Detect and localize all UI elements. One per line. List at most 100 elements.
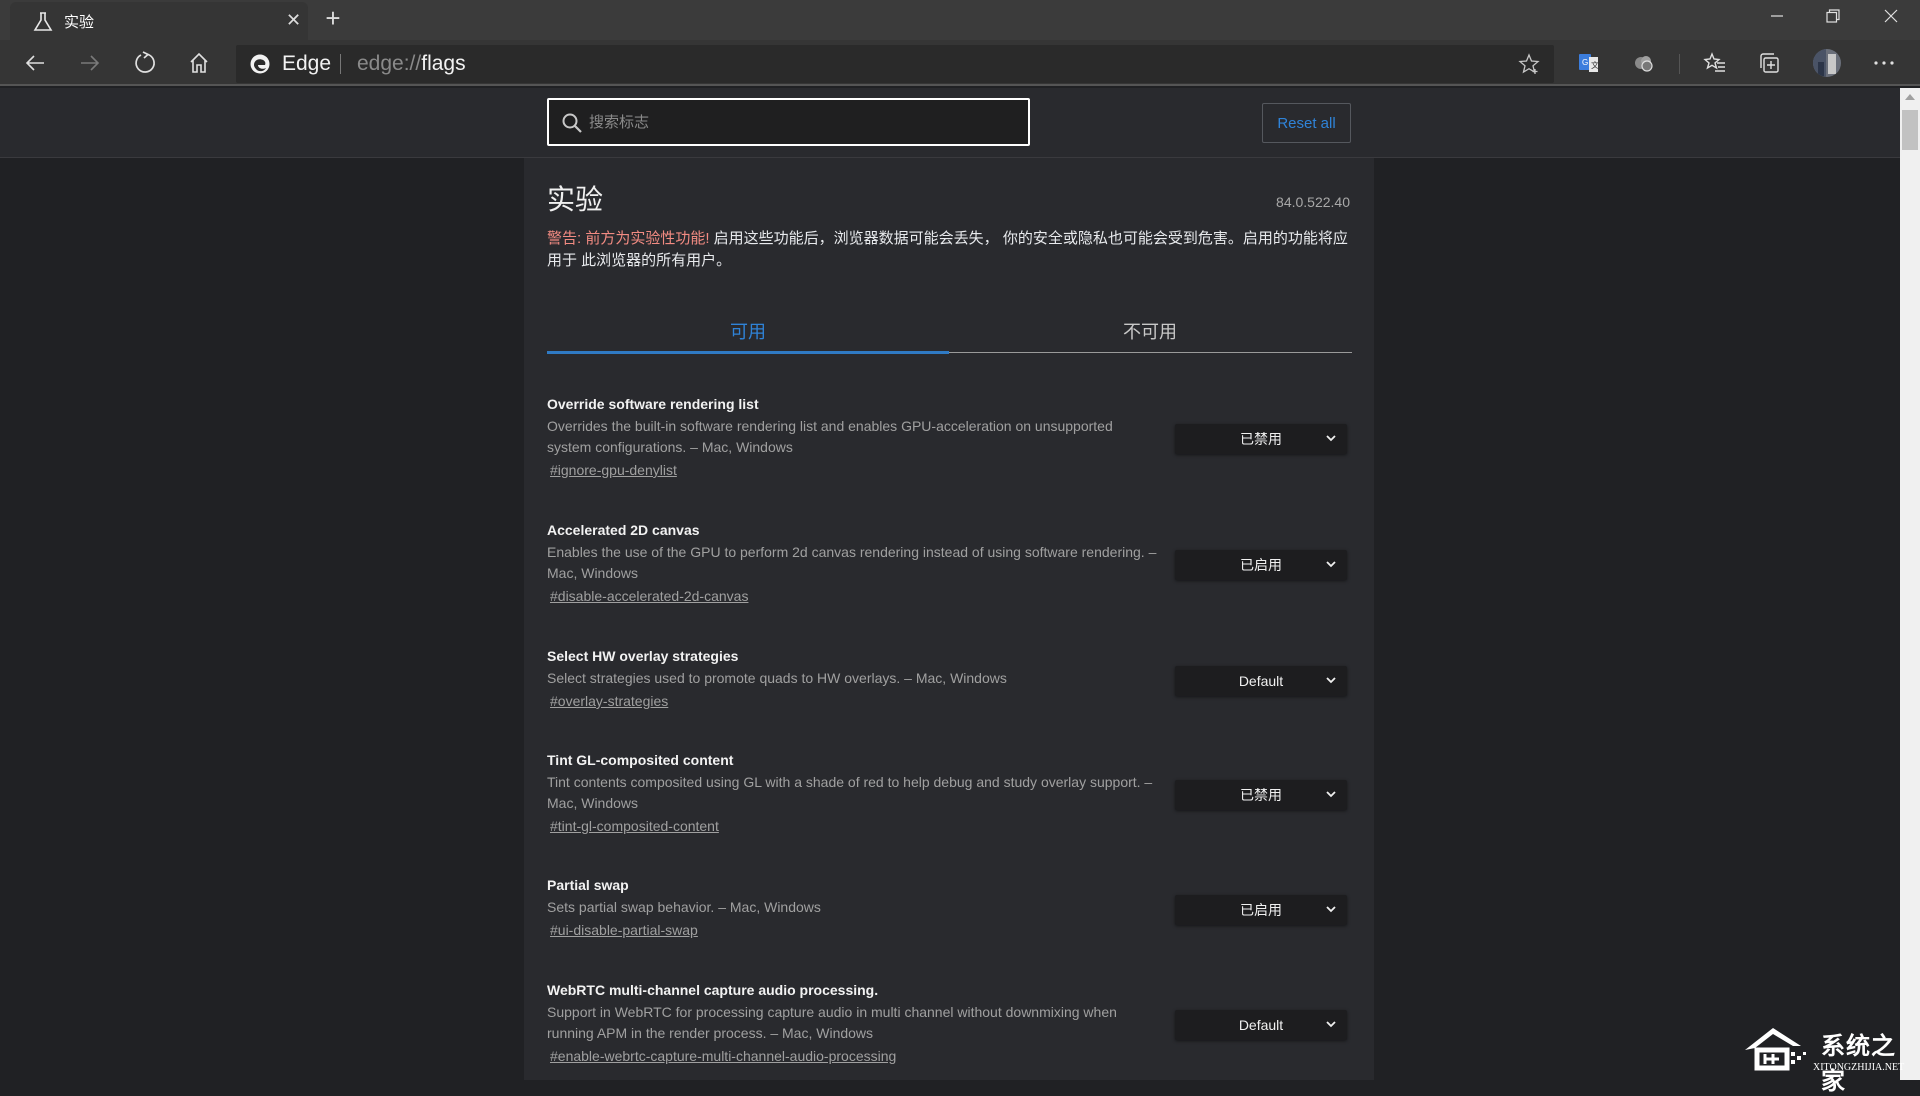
minimize-button[interactable]	[1748, 0, 1806, 32]
new-tab-button[interactable]: +	[318, 4, 348, 34]
flag-item: Tint GL-composited content Tint contents…	[547, 750, 1352, 836]
url-scheme: edge://	[357, 52, 422, 75]
chevron-down-icon	[1326, 906, 1336, 913]
translate-icon: G文	[1579, 54, 1599, 72]
flags-panel: 实验 84.0.522.40 警告: 前方为实验性功能! 启用这些功能后，浏览器…	[524, 158, 1374, 1080]
profile-avatar[interactable]	[1809, 46, 1845, 80]
flag-link[interactable]: #overlay-strategies	[550, 691, 668, 711]
house-logo-icon	[1745, 1028, 1806, 1071]
favorites-button[interactable]	[1697, 46, 1733, 80]
avatar-icon	[1813, 49, 1841, 77]
flag-select-value: 已禁用	[1240, 431, 1282, 447]
flag-title: Override software rendering list	[547, 396, 759, 412]
warning-prefix: 警告: 前方为实验性功能!	[547, 230, 710, 247]
tab-available[interactable]: 可用	[547, 308, 949, 353]
flag-select-value: Default	[1238, 1017, 1284, 1033]
flag-link[interactable]: #tint-gl-composited-content	[550, 816, 719, 836]
flag-item: Override software rendering list Overrid…	[547, 394, 1352, 480]
flag-select-value: 已禁用	[1240, 787, 1282, 803]
flag-title: Select HW overlay strategies	[547, 648, 739, 664]
flag-select[interactable]: Default	[1175, 666, 1347, 696]
restore-button[interactable]	[1804, 0, 1862, 32]
search-input[interactable]	[589, 108, 1009, 136]
vertical-scrollbar[interactable]	[1900, 88, 1920, 1080]
flag-link[interactable]: #enable-webrtc-capture-multi-channel-aud…	[550, 1046, 896, 1066]
chevron-down-icon	[1326, 435, 1336, 442]
active-tab-indicator	[547, 351, 949, 354]
version-label: 84.0.522.40	[1276, 194, 1350, 210]
flag-description: Tint contents composited using GL with a…	[547, 774, 1153, 811]
search-icon	[562, 113, 582, 133]
flag-description: Select strategies used to promote quads …	[547, 670, 1007, 686]
search-box[interactable]	[547, 98, 1030, 146]
flag-link[interactable]: #ui-disable-partial-swap	[550, 920, 698, 940]
favorite-star-icon[interactable]	[1518, 53, 1540, 75]
flag-link[interactable]: #disable-accelerated-2d-canvas	[550, 586, 748, 606]
more-button[interactable]	[1866, 46, 1902, 80]
flags-tabs: 可用 不可用	[547, 308, 1352, 354]
chevron-down-icon	[1326, 561, 1336, 568]
scrollbar-thumb[interactable]	[1902, 110, 1918, 150]
flag-select[interactable]: 已禁用	[1175, 780, 1347, 810]
flag-select-value: 已启用	[1240, 902, 1282, 918]
flag-select[interactable]: Default	[1175, 1010, 1347, 1040]
favorites-list-icon	[1703, 52, 1725, 72]
flag-description: Support in WebRTC for processing capture…	[547, 1004, 1117, 1041]
flag-select[interactable]: 已禁用	[1175, 424, 1347, 454]
address-bar[interactable]: Edge edge://flags	[236, 45, 1554, 83]
url-text[interactable]: edge://flags	[357, 52, 466, 76]
url-path: flags	[421, 52, 466, 75]
minimize-icon	[1771, 15, 1783, 17]
flags-header: Reset all	[0, 88, 1900, 158]
flag-item: WebRTC multi-channel capture audio proce…	[547, 980, 1352, 1066]
more-icon	[1874, 61, 1894, 65]
chevron-down-icon	[1326, 677, 1336, 684]
scroll-up-arrow-icon[interactable]	[1905, 94, 1915, 100]
restore-icon	[1826, 9, 1840, 23]
site-identity-label: Edge	[282, 52, 332, 75]
flag-description: Overrides the built-in software renderin…	[547, 418, 1113, 455]
reset-all-button[interactable]: Reset all	[1262, 103, 1351, 143]
home-button[interactable]	[181, 46, 217, 80]
watermark-text: 系统之家	[1821, 1033, 1896, 1095]
close-tab-icon[interactable]: ✕	[286, 10, 301, 31]
flag-item: Select HW overlay strategies Select stra…	[547, 646, 1352, 711]
tab-unavailable[interactable]: 不可用	[949, 308, 1351, 353]
flag-title: WebRTC multi-channel capture audio proce…	[547, 982, 879, 998]
collections-icon	[1760, 53, 1779, 73]
watermark: 系统之家 XITONGZHIJIA.NET	[1743, 1022, 1913, 1095]
toolbar-divider	[1679, 54, 1680, 74]
back-button[interactable]	[17, 46, 53, 80]
flag-link[interactable]: #ignore-gpu-denylist	[550, 460, 677, 480]
forward-icon	[81, 55, 100, 71]
extension-button[interactable]	[1626, 46, 1662, 80]
chevron-down-icon	[1326, 791, 1336, 798]
tab-title: 实验	[64, 14, 95, 31]
flag-description: Enables the use of the GPU to perform 2d…	[547, 544, 1157, 581]
flag-title: Partial swap	[547, 877, 629, 893]
flag-select[interactable]: 已启用	[1175, 895, 1347, 925]
browser-tab[interactable]: 实验 ✕	[10, 2, 308, 40]
edge-logo-icon	[250, 54, 270, 74]
collections-button[interactable]	[1752, 46, 1788, 80]
forward-button[interactable]	[72, 46, 108, 80]
flag-item: Partial swap Sets partial swap behavior.…	[547, 875, 1352, 940]
close-window-button[interactable]	[1862, 0, 1920, 32]
flag-item: Accelerated 2D canvas Enables the use of…	[547, 520, 1352, 606]
back-icon	[25, 55, 44, 71]
flag-select-value: Default	[1238, 673, 1284, 689]
extension-icon	[1635, 56, 1653, 72]
omnibox-separator	[340, 54, 341, 74]
page-title: 实验	[547, 184, 604, 215]
chevron-down-icon	[1326, 1021, 1336, 1028]
flag-description: Sets partial swap behavior. – Mac, Windo…	[547, 899, 821, 915]
flask-icon	[33, 12, 53, 31]
flag-title: Accelerated 2D canvas	[547, 522, 700, 538]
refresh-icon	[135, 51, 155, 73]
flag-select[interactable]: 已启用	[1175, 550, 1347, 580]
flag-title: Tint GL-composited content	[547, 752, 734, 768]
title-bar: 实验 ✕ +	[0, 0, 1920, 40]
refresh-button[interactable]	[127, 46, 163, 80]
translate-button[interactable]: G文	[1571, 46, 1607, 80]
close-icon	[1884, 9, 1898, 23]
